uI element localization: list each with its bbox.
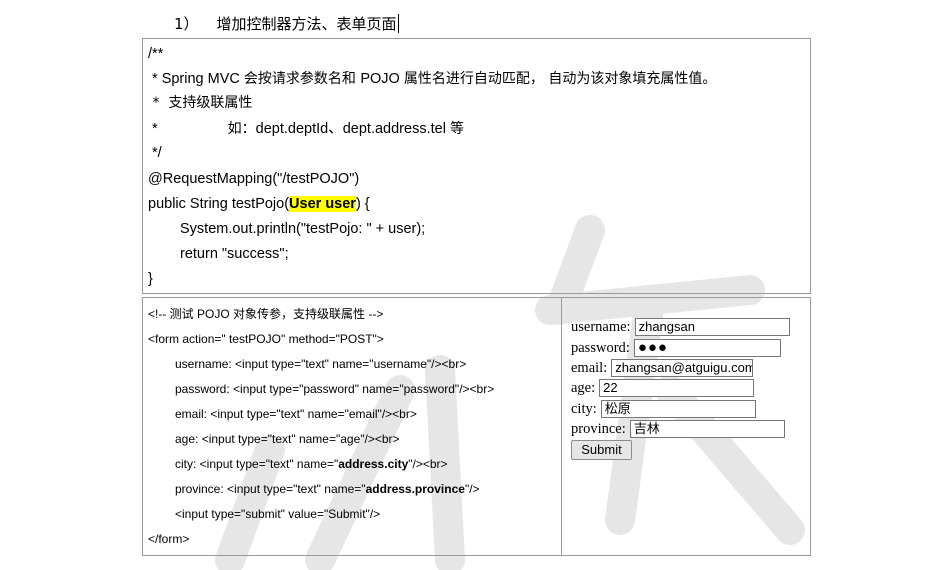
heading-text: 增加控制器方法、表单页面 [216, 15, 397, 33]
heading-number: 1） [174, 15, 199, 33]
code-text: 如： [227, 121, 256, 137]
username-row: username: zhangsan [571, 317, 790, 337]
controller-code-box: /** * Spring MVC 会按请求参数名和 POJO 属性名进行自动匹配… [142, 38, 811, 294]
column-divider [561, 298, 562, 555]
code-line: } [148, 271, 153, 287]
username-input[interactable]: zhangsan [634, 318, 790, 336]
html-line: email: <input type="text" name="email"/>… [175, 407, 417, 421]
code-text: address.city [338, 457, 409, 471]
code-line: return "success"; [180, 246, 289, 262]
html-line: age: <input type="text" name="age"/><br> [175, 432, 400, 446]
html-line: city: <input type="text" name="address.c… [175, 456, 448, 472]
html-line: password: <input type="password" name="p… [175, 382, 495, 396]
email-row: email: zhangsan@atguigu.com [571, 358, 754, 378]
submit-button[interactable]: Submit [571, 440, 632, 460]
password-row: password: ●●● [571, 338, 781, 358]
code-text: "/><br> [408, 457, 448, 471]
code-line: * 如：dept.deptId、dept.address.tel 等 [148, 120, 464, 138]
city-input[interactable]: 松原 [600, 400, 756, 418]
code-text: 会按请求参数名和 [243, 71, 361, 87]
city-row: city: 松原 [571, 399, 756, 419]
code-text: city: <input type="text" name=" [175, 457, 339, 471]
age-label: age: [571, 380, 596, 396]
code-text: POJO [360, 71, 404, 87]
code-text: address.province [365, 482, 465, 496]
password-input[interactable]: ●●● [633, 339, 781, 357]
code-text: "/> [464, 482, 480, 496]
code-text: 等 [449, 121, 464, 137]
code-text: province: <input type="text" name=" [175, 482, 366, 496]
code-line: /** [148, 46, 164, 62]
code-line: */ [148, 145, 162, 161]
text-cursor [397, 14, 399, 33]
code-text: 属性名进行自动匹配， 自动为该对象填充属性值。 [403, 71, 717, 87]
code-line: public String testPojo(User user) { [148, 195, 370, 213]
province-row: province: 吉林 [571, 419, 785, 439]
code-text: ) { [355, 196, 370, 212]
html-line: province: <input type="text" name="addre… [175, 481, 480, 497]
age-input[interactable]: 22 [599, 379, 755, 397]
highlighted-param: User user [289, 196, 356, 212]
age-row: age: 22 [571, 378, 755, 398]
form-example-box: <!-- 测试 POJO 对象传参，支持级联属性 --> <form actio… [142, 297, 811, 556]
password-label: password: [571, 340, 630, 356]
html-line: username: <input type="text" name="usern… [175, 357, 467, 371]
code-line: * Spring MVC 会按请求参数名和 POJO 属性名进行自动匹配， 自动… [148, 70, 716, 88]
code-text: * Spring MVC [148, 71, 244, 87]
email-label: email: [571, 360, 608, 376]
province-label: province: [571, 421, 626, 437]
city-label: city: [571, 401, 597, 417]
code-line: @RequestMapping("/testPOJO") [148, 171, 360, 187]
code-line: * 支持级联属性 [148, 95, 253, 111]
code-text: dept.deptId、dept.address.tel [255, 121, 450, 137]
section-heading: 1） 增加控制器方法、表单页面 [174, 13, 399, 35]
code-line: System.out.println("testPojo: " + user); [180, 221, 426, 237]
code-text: * [148, 121, 158, 137]
html-line: <form action=" testPOJO" method="POST"> [148, 332, 384, 346]
html-line: </form> [148, 532, 190, 546]
username-label: username: [571, 319, 631, 335]
province-input[interactable]: 吉林 [629, 420, 785, 438]
html-line: <input type="submit" value="Submit"/> [175, 507, 381, 521]
code-text: public String testPojo( [148, 196, 290, 212]
email-input[interactable]: zhangsan@atguigu.com [611, 359, 754, 377]
html-line: <!-- 测试 POJO 对象传参，支持级联属性 --> [148, 307, 384, 321]
